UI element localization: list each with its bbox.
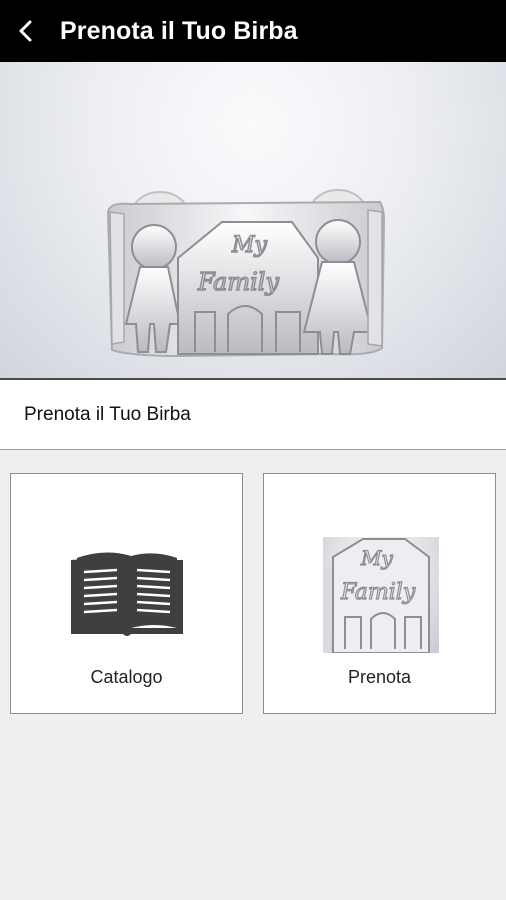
app-bar: Prenota il Tuo Birba <box>0 0 506 62</box>
section-divider <box>0 449 506 450</box>
bracelet-thumbnail-image: My Family <box>323 538 430 653</box>
bracelet-image: My Family <box>106 189 386 358</box>
open-book-icon <box>71 552 183 636</box>
prenota-label: Prenota <box>347 667 412 687</box>
thumb-engraving-family: Family <box>340 580 416 605</box>
prenota-tile[interactable]: My Family Prenota <box>263 473 496 714</box>
bracelet-thumbnail: My Family <box>323 537 439 653</box>
back-button[interactable] <box>6 0 46 62</box>
arrow-back-icon <box>19 20 32 42</box>
hero-image: My Family <box>0 62 506 378</box>
thumb-engraving-my: My <box>360 546 393 570</box>
engraving-family: Family <box>197 268 279 296</box>
catalogo-tile[interactable]: Catalogo <box>10 473 243 714</box>
section-title: Prenota il Tuo Birba <box>24 404 191 425</box>
section-header: Prenota il Tuo Birba <box>0 380 506 450</box>
engraving-my: My <box>231 233 268 258</box>
page-title: Prenota il Tuo Birba <box>60 16 298 45</box>
catalogo-label: Catalogo <box>90 667 163 687</box>
